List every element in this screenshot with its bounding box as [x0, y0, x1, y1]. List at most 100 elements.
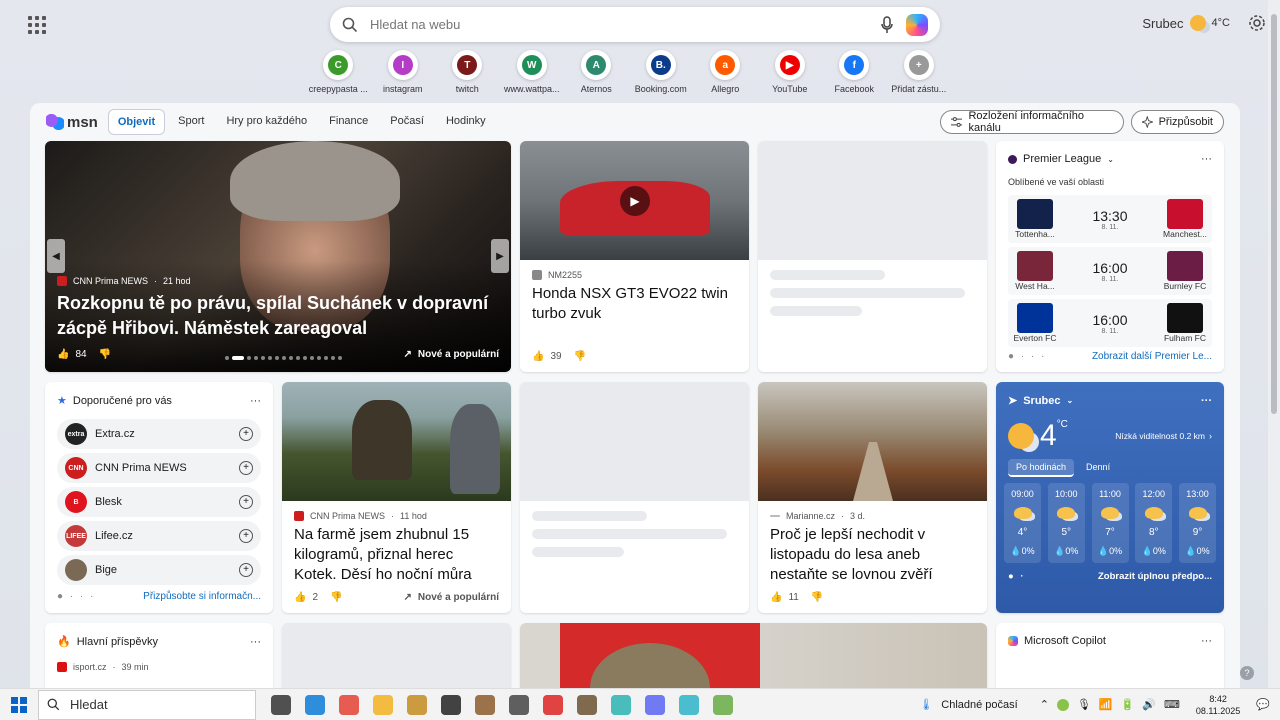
carousel-dot[interactable]: [282, 356, 286, 360]
weather-tab-0[interactable]: Po hodinách: [1008, 459, 1075, 477]
windows-start-icon[interactable]: [11, 696, 27, 713]
carousel-dot[interactable]: [338, 356, 342, 360]
match-row[interactable]: West Ha... 16:00 8. 11. Burnley FC: [1008, 247, 1212, 295]
scrollbar-thumb[interactable]: [1271, 14, 1277, 414]
honda-title[interactable]: Honda NSX GT3 EVO22 twin turbo zvuk: [532, 284, 737, 324]
forest-article-card[interactable]: Marianne.cz · 3 d. Proč je lepší nechodit …: [758, 382, 987, 613]
taskbar-search[interactable]: Hledat: [38, 689, 256, 720]
quick-link[interactable]: Wwww.wattpa...: [500, 50, 565, 94]
premier-header[interactable]: Premier League ⌄ ···: [1008, 153, 1212, 165]
follow-plus-icon[interactable]: +: [239, 427, 253, 441]
steam-icon[interactable]: [441, 694, 461, 715]
more-options-icon[interactable]: ···: [250, 636, 261, 648]
wifi-icon[interactable]: 📶: [1099, 698, 1113, 711]
battery-icon[interactable]: 🔋: [1121, 698, 1135, 711]
forest-title[interactable]: Proč je lepší nechodit v listopadu do le…: [770, 525, 975, 585]
search-input[interactable]: Hledat na webu: [370, 17, 880, 32]
premier-more-link[interactable]: Zobrazit další Premier Le...: [1092, 351, 1212, 362]
carousel-dot[interactable]: [310, 356, 314, 360]
recommended-more-link[interactable]: Přizpůsobte si informačn...: [143, 591, 261, 602]
carousel-dot[interactable]: [331, 356, 335, 360]
quick-link[interactable]: f Facebook: [822, 50, 887, 94]
hero-article-card[interactable]: ◀ ▶ CNN Prima NEWS · 21 hod Rozkopnu tě po…: [45, 141, 511, 372]
carousel-dot[interactable]: [275, 356, 279, 360]
carousel-dot[interactable]: [324, 356, 328, 360]
publisher-item[interactable]: CNN CNN Prima NEWS +: [57, 453, 261, 483]
quick-link[interactable]: Ccreepypasta ...: [306, 50, 371, 94]
thumbs-up-icon[interactable]: 👍: [532, 351, 544, 362]
more-options-icon[interactable]: ···: [1201, 635, 1212, 647]
thumbs-down-icon[interactable]: 👎: [574, 351, 586, 362]
publisher-item[interactable]: LIFEE Lifee.cz +: [57, 521, 261, 551]
carousel-dot[interactable]: [254, 356, 258, 360]
file-explorer-icon[interactable]: [407, 694, 427, 715]
carousel-dot[interactable]: [303, 356, 307, 360]
thumbs-down-icon[interactable]: 👎: [99, 349, 111, 360]
search-bar[interactable]: Hledat na webu: [330, 7, 940, 42]
quick-link[interactable]: B. Booking.com: [629, 50, 694, 94]
thumbs-up-icon[interactable]: 👍: [57, 349, 69, 360]
publisher-item[interactable]: extra Extra.cz +: [57, 419, 261, 449]
kotek-article-card[interactable]: CNN Prima NEWS · 11 hod Na farmě jsem zhub…: [282, 382, 511, 613]
carousel-dot[interactable]: [296, 356, 300, 360]
quick-link[interactable]: a Allegro: [693, 50, 758, 94]
match-row[interactable]: Tottenha... 13:30 8. 11. Manchest...: [1008, 195, 1212, 243]
weather-card[interactable]: ➤ Srubec ⌄ ··· 4 °C Nízká viditelnost 0.…: [996, 382, 1224, 613]
tab-4[interactable]: Počasí: [381, 109, 433, 135]
notifications-icon[interactable]: 💬: [1256, 698, 1270, 711]
task-view-icon[interactable]: [271, 694, 291, 715]
hero-title[interactable]: Rozkopnu tě po právu, spílal Suchánek v …: [57, 291, 497, 341]
carousel-dot[interactable]: [232, 356, 244, 360]
publisher-item[interactable]: Bige +: [57, 555, 261, 585]
thumbs-down-icon[interactable]: 👎: [330, 592, 342, 603]
customize-button[interactable]: Přizpůsobit: [1131, 110, 1224, 134]
app-icon[interactable]: [577, 694, 597, 715]
tab-0[interactable]: Objevit: [107, 109, 166, 135]
minecraft-icon[interactable]: [713, 694, 733, 715]
carousel-dot[interactable]: [261, 356, 265, 360]
follow-plus-icon[interactable]: +: [239, 529, 253, 543]
follow-plus-icon[interactable]: +: [239, 495, 253, 509]
follow-plus-icon[interactable]: +: [239, 461, 253, 475]
winrar-icon[interactable]: [543, 694, 563, 715]
tab-2[interactable]: Hry pro každého: [217, 109, 316, 135]
settings-gear-icon[interactable]: [1248, 14, 1266, 32]
carousel-dot[interactable]: [247, 356, 251, 360]
chevron-right-icon[interactable]: ›: [1209, 431, 1212, 441]
chevron-up-icon[interactable]: ⌃: [1040, 698, 1049, 711]
carousel-dot[interactable]: [225, 356, 229, 360]
play-icon[interactable]: ▶: [620, 186, 650, 216]
feed-layout-button[interactable]: Rozložení informačního kanálu: [940, 110, 1124, 134]
tray-app-icon[interactable]: [1056, 698, 1069, 711]
tab-5[interactable]: Hodinky: [437, 109, 495, 135]
carousel-dot[interactable]: [289, 356, 293, 360]
kotek-title[interactable]: Na farmě jsem zhubnul 15 kilogramů, přiz…: [294, 525, 499, 585]
edge-icon[interactable]: [305, 694, 325, 715]
publisher-item[interactable]: B Blesk +: [57, 487, 261, 517]
featured-article-card[interactable]: [520, 623, 987, 693]
taskbar-weather[interactable]: Chladné počasí: [941, 699, 1017, 711]
quick-link[interactable]: Iinstagram: [371, 50, 436, 94]
weather-tab-1[interactable]: Denní: [1078, 459, 1118, 477]
thumbs-up-icon[interactable]: 👍: [770, 592, 782, 603]
carousel-dot[interactable]: [317, 356, 321, 360]
page-scrollbar[interactable]: [1268, 0, 1280, 688]
copilot-icon[interactable]: [906, 13, 928, 36]
help-icon[interactable]: ?: [1240, 666, 1254, 680]
keyboard-icon[interactable]: ⌨: [1164, 698, 1180, 711]
quick-link[interactable]: A Aternos: [564, 50, 629, 94]
hero-prev-button[interactable]: ◀: [47, 239, 65, 273]
tab-3[interactable]: Finance: [320, 109, 377, 135]
microphone-icon[interactable]: [880, 15, 894, 34]
app-icon[interactable]: [611, 694, 631, 715]
more-options-icon[interactable]: ···: [1201, 153, 1212, 165]
carousel-dot[interactable]: [268, 356, 272, 360]
microphone-icon[interactable]: 🎙: [1077, 698, 1091, 711]
tab-1[interactable]: Sport: [169, 109, 213, 135]
quick-link[interactable]: + Přidat zástu...: [887, 50, 952, 94]
apps-grid-icon[interactable]: [26, 14, 48, 36]
thumbs-up-icon[interactable]: 👍: [294, 592, 306, 603]
quick-link[interactable]: ▶ YouTube: [758, 50, 823, 94]
more-options-icon[interactable]: ···: [1201, 395, 1212, 407]
match-row[interactable]: Everton FC 16:00 8. 11. Fulham FC: [1008, 299, 1212, 347]
